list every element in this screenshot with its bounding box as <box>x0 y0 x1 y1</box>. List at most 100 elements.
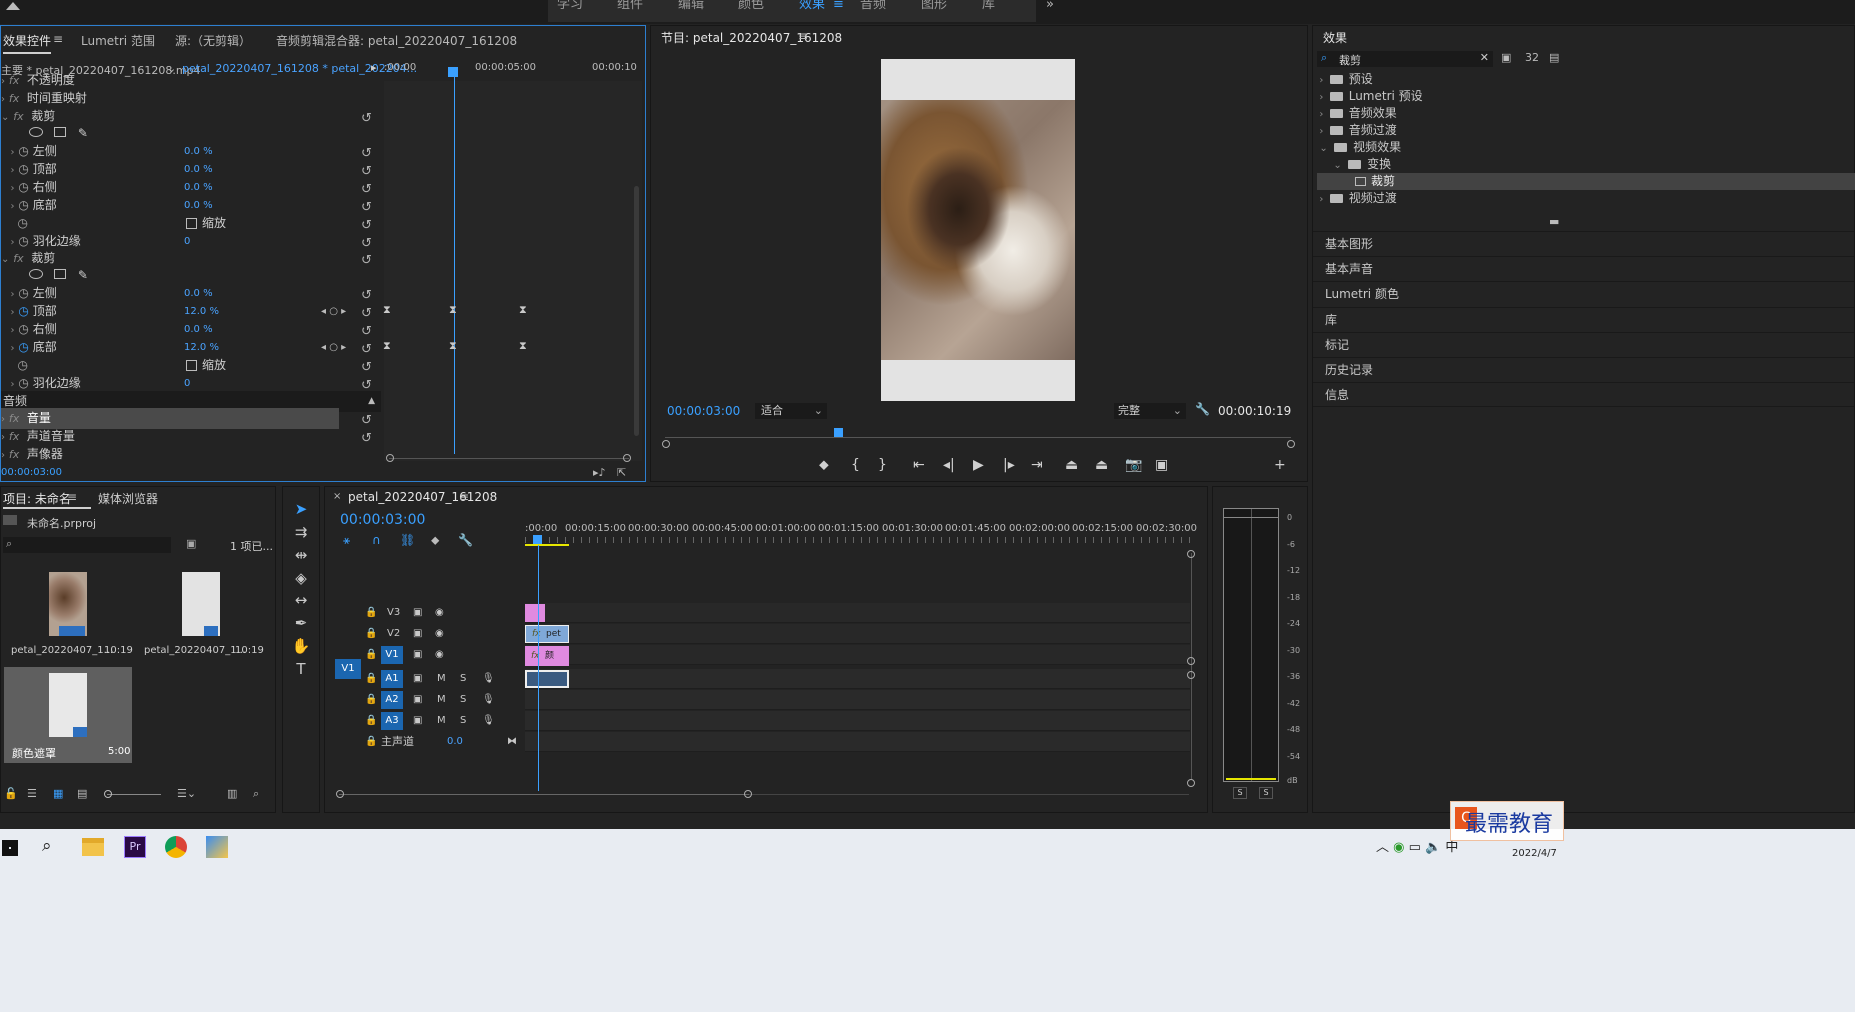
tab-lumetri-scopes[interactable]: Lumetri 范围 <box>81 32 155 49</box>
add-button-icon[interactable]: + <box>1274 457 1286 473</box>
eye-icon[interactable]: ◉ <box>435 603 444 623</box>
list-view-icon[interactable]: ☰ <box>27 787 37 800</box>
premiere-pro-icon[interactable]: Pr <box>124 836 146 858</box>
hand-tool-icon[interactable]: ✋ <box>289 635 313 657</box>
selection-tool-icon[interactable]: ➤ <box>289 498 313 520</box>
stopwatch-icon[interactable]: ◷ <box>18 162 28 176</box>
automate-icon[interactable]: ▥ <box>227 787 237 800</box>
sync-lock-icon[interactable]: ▣ <box>413 690 422 710</box>
lock-icon[interactable]: 🔒 <box>365 669 377 689</box>
clip-v3[interactable] <box>525 604 545 622</box>
camera-icon[interactable]: 📷 <box>1125 457 1142 473</box>
tab-media-browser[interactable]: 媒体浏览器 <box>98 490 158 507</box>
go-to-end-icon[interactable]: ⧓ <box>507 732 517 752</box>
section-libraries[interactable]: 库 <box>1313 307 1854 332</box>
panel-menu-icon[interactable]: ≡ <box>67 490 77 504</box>
export-icon[interactable]: ⇱ <box>617 466 626 479</box>
track-v3-label[interactable]: V3 <box>387 603 400 623</box>
clip-a1[interactable] <box>525 670 569 688</box>
project-item-selected[interactable]: 颜色遮罩 5:00 <box>4 667 132 763</box>
reset-icon[interactable]: ↺ <box>361 250 377 268</box>
stopwatch-icon[interactable]: ◷ <box>18 234 28 248</box>
go-to-out-icon[interactable]: ⇥ <box>1031 457 1043 473</box>
reset-icon[interactable]: ↺ <box>361 161 377 179</box>
track-a2-label[interactable]: A2 <box>381 691 403 709</box>
reset-icon[interactable]: ↺ <box>361 339 377 357</box>
mark-in-icon[interactable]: { <box>851 457 860 473</box>
keyframe-icon[interactable]: ⧗ <box>519 340 529 351</box>
close-icon[interactable]: × <box>333 491 341 502</box>
filter-icon[interactable]: ▸♪ <box>593 466 606 479</box>
chrome-icon[interactable] <box>165 836 187 858</box>
ripple-edit-tool-icon[interactable]: ⇹ <box>289 544 313 566</box>
master-volume-value[interactable]: 0.0 <box>447 732 463 752</box>
solo-button[interactable]: S <box>460 669 466 689</box>
clear-icon[interactable]: ✕ <box>1480 51 1489 64</box>
track-v2-label[interactable]: V2 <box>387 624 400 644</box>
snap-icon[interactable]: ∩ <box>372 533 381 547</box>
program-monitor-title[interactable]: 节目: petal_20220407_161208 <box>661 29 842 46</box>
keyframe-icon[interactable]: ⧗ <box>383 304 393 315</box>
step-forward-icon[interactable]: |▸ <box>1003 457 1015 473</box>
scroll-handle[interactable] <box>386 454 394 462</box>
scroll-handle[interactable] <box>1187 779 1195 787</box>
lift-icon[interactable]: ⏏ <box>1065 457 1078 473</box>
voice-over-icon[interactable]: 🎙 <box>482 711 495 731</box>
reset-icon[interactable]: ↺ <box>361 375 377 393</box>
chevron-up-icon[interactable]: ︿ <box>1376 840 1389 855</box>
eye-icon[interactable]: ◉ <box>435 645 444 665</box>
voice-over-icon[interactable]: 🎙 <box>482 669 495 689</box>
icon-view-icon[interactable]: ▦ <box>53 787 63 800</box>
ime-icon[interactable]: 中 <box>1445 840 1458 855</box>
reset-icon[interactable]: ↺ <box>361 285 377 303</box>
track-select-tool-icon[interactable]: ⇉ <box>289 521 313 543</box>
stopwatch-icon[interactable]: ◷ <box>18 376 28 390</box>
section-history[interactable]: 历史记录 <box>1313 357 1854 382</box>
keyframe-icon[interactable]: ⧗ <box>449 304 459 315</box>
wrench-icon[interactable]: 🔧 <box>1195 402 1210 416</box>
lock-icon[interactable]: 🔒 <box>365 732 377 752</box>
timeline-vscroll[interactable] <box>1191 553 1192 779</box>
tab-menu-icon[interactable]: ≡ <box>53 32 63 46</box>
zoom-checkbox[interactable] <box>186 360 197 371</box>
solo-button[interactable]: S <box>460 711 466 731</box>
go-to-in-icon[interactable]: ⇤ <box>913 457 925 473</box>
zoom-scrollbar[interactable] <box>389 458 629 459</box>
lock-icon[interactable]: 🔒 <box>365 690 377 710</box>
effects-title[interactable]: 效果 <box>1323 29 1347 46</box>
reset-icon[interactable]: ↺ <box>361 179 377 197</box>
ws-learn[interactable]: 学习 <box>557 0 583 24</box>
sort-icon[interactable]: ☰⌄ <box>177 787 196 800</box>
home-icon[interactable] <box>6 0 20 10</box>
razor-tool-icon[interactable]: ◈ <box>289 567 313 589</box>
volume-icon[interactable]: 🔈 <box>1425 840 1441 855</box>
channel-volume-label[interactable]: 声道音量 <box>27 429 75 443</box>
tray-app-icon[interactable]: ◉ <box>1393 840 1404 855</box>
clip-v2[interactable]: fx pet <box>525 625 569 643</box>
clip-v1[interactable]: fx 颜 <box>525 646 569 666</box>
eye-icon[interactable]: ◉ <box>435 624 444 644</box>
reset-icon[interactable]: ↺ <box>361 303 377 321</box>
mark-out-icon[interactable]: } <box>878 457 887 473</box>
section-essential-sound[interactable]: 基本声音 <box>1313 256 1854 281</box>
reset-icon[interactable]: ↺ <box>361 143 377 161</box>
lock-icon[interactable]: 🔓 <box>4 787 18 800</box>
reset-icon[interactable]: ↺ <box>361 410 377 428</box>
find-icon[interactable]: ⌕ <box>253 787 259 801</box>
timeline-hscroll[interactable] <box>339 794 749 795</box>
file-explorer-icon[interactable] <box>82 838 104 856</box>
timeline-ruler[interactable]: :00:00 00:00:15:00 00:00:30:00 00:00:45:… <box>525 520 1205 548</box>
zoom-slider-handle[interactable] <box>104 790 112 798</box>
section-markers[interactable]: 标记 <box>1313 332 1854 357</box>
reset-icon[interactable]: ↺ <box>361 428 377 446</box>
keyframe-icon[interactable]: ⧗ <box>449 340 459 351</box>
stopwatch-icon[interactable]: ◷ <box>18 286 28 300</box>
windows-start-icon[interactable] <box>2 840 18 856</box>
section-essential-graphics[interactable]: 基本图形 <box>1313 231 1854 256</box>
panel-menu-icon[interactable]: ≡ <box>459 490 469 504</box>
project-item[interactable]: petal_20220407_1... 10:19 <box>137 566 265 664</box>
solo-right-button[interactable]: S <box>1259 787 1273 799</box>
tab-audio-clip-mixer[interactable]: 音频剪辑混合器: petal_20220407_161208 <box>276 32 517 49</box>
ellipse-mask-icon[interactable] <box>29 269 43 279</box>
new-bin-icon[interactable]: ▬ <box>1549 215 1559 228</box>
